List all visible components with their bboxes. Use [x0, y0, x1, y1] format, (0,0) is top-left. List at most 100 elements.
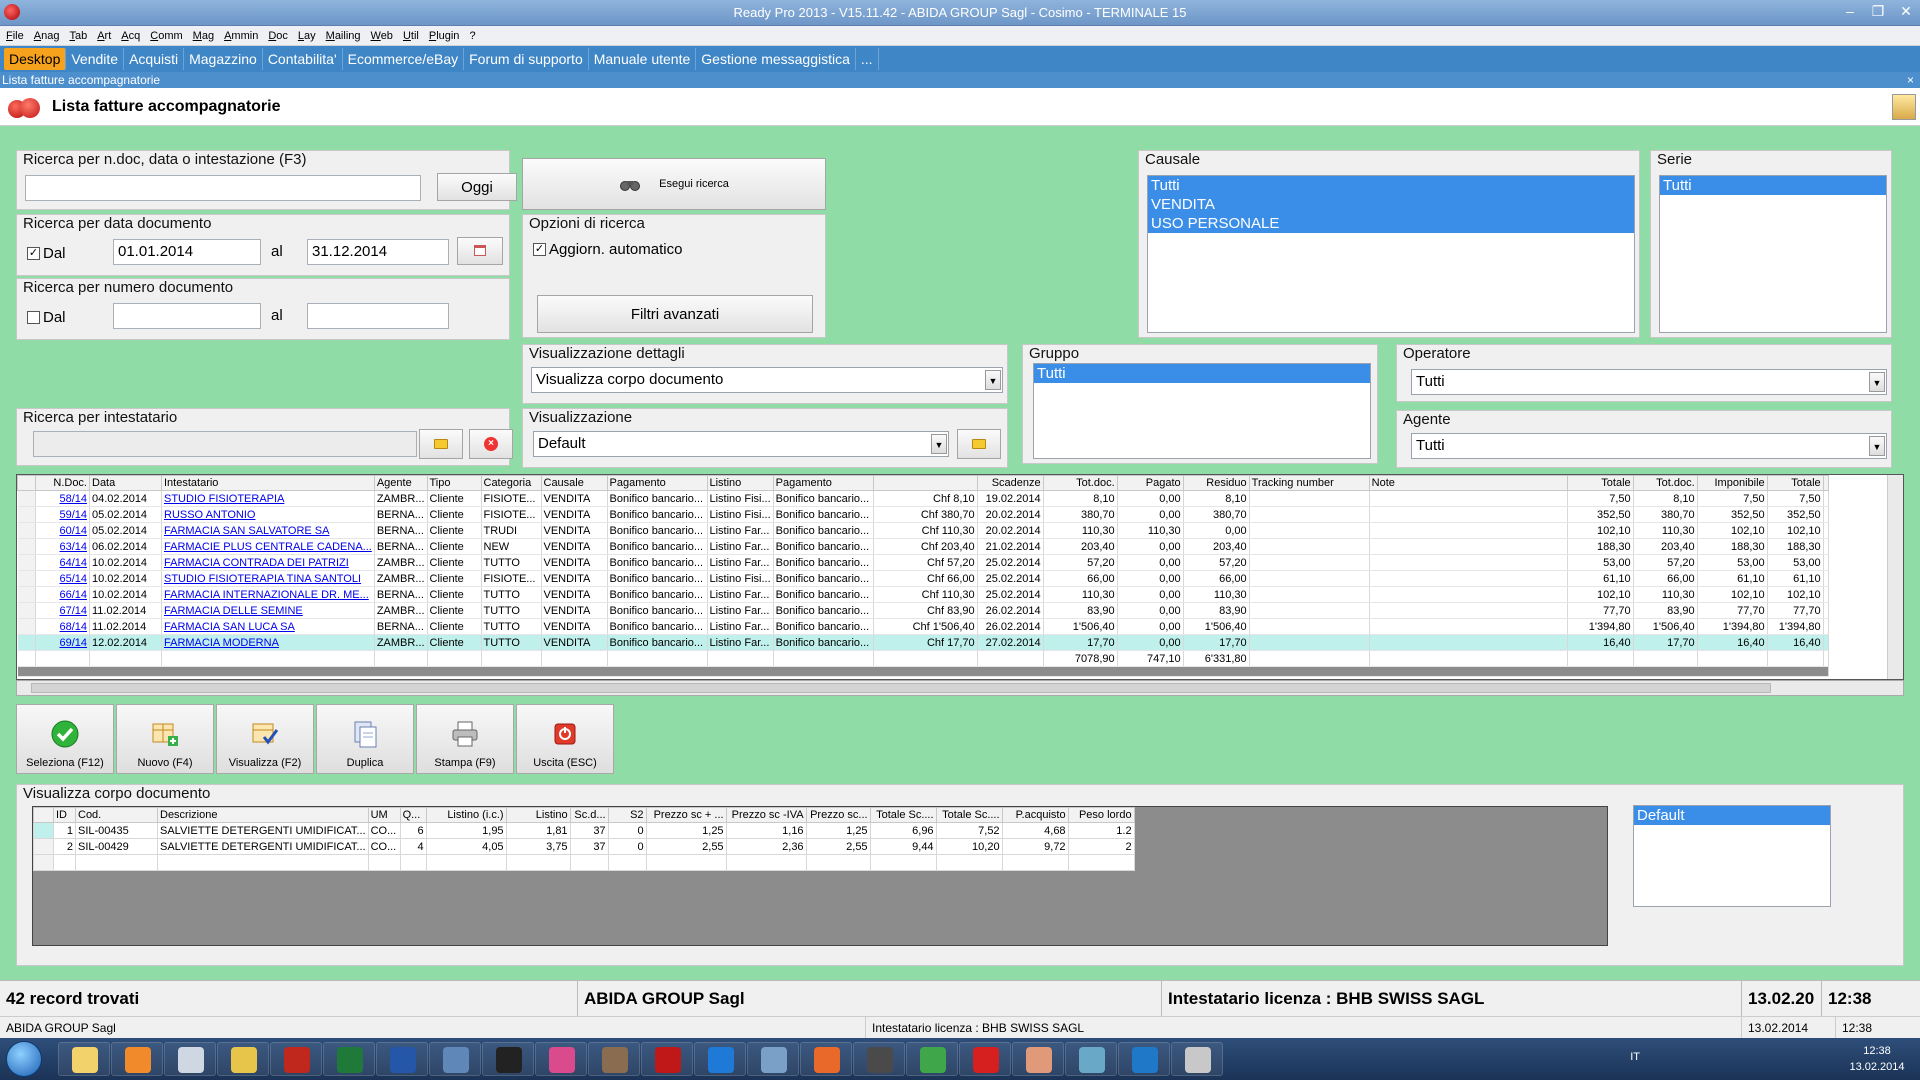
column-header[interactable]: Residuo: [1182, 475, 1250, 491]
column-header[interactable]: UM: [367, 807, 401, 823]
tab-desktop[interactable]: Desktop: [4, 48, 67, 70]
table-row[interactable]: 59/14 05.02.2014 RUSSO ANTONIO BERNA... Clie…: [17, 506, 1829, 523]
column-header[interactable]: Agente: [373, 475, 428, 491]
row-selector[interactable]: [17, 554, 36, 571]
minimize-button[interactable]: –: [1836, 0, 1864, 22]
number-to-input[interactable]: [307, 303, 449, 329]
row-selector[interactable]: [17, 538, 36, 555]
table-row[interactable]: 65/14 10.02.2014 STUDIO FISIOTERAPIA TINA …: [17, 570, 1829, 587]
table-cell[interactable]: FARMACIE PLUS CENTRALE CADENA...: [161, 538, 375, 555]
serie-listbox[interactable]: Tutti: [1659, 175, 1887, 333]
taskbar-app-button[interactable]: [535, 1042, 587, 1076]
taskbar-app-button[interactable]: [853, 1042, 905, 1076]
check-toolbar-button[interactable]: Seleziona (F12): [16, 704, 114, 774]
taskbar-app-button[interactable]: [1065, 1042, 1117, 1076]
operatore-select[interactable]: Tutti ▼: [1411, 369, 1887, 395]
tab-ecommerceebay[interactable]: Ecommerce/eBay: [343, 48, 465, 70]
table-cell[interactable]: 64/14: [35, 554, 90, 571]
row-selector[interactable]: [17, 602, 36, 619]
menu-item-anag[interactable]: Anag: [34, 30, 60, 42]
list-item[interactable]: VENDITA: [1148, 195, 1634, 214]
date-to-input[interactable]: 31.12.2014: [307, 239, 449, 265]
menu-item-comm[interactable]: Comm: [150, 30, 182, 42]
table-cell[interactable]: 66/14: [35, 586, 90, 603]
table-row[interactable]: 58/14 04.02.2014 STUDIO FISIOTERAPIA ZAMBR.…: [17, 490, 1829, 507]
view-folder-button[interactable]: [957, 429, 1001, 459]
row-selector[interactable]: [33, 822, 54, 839]
menu-item-mag[interactable]: Mag: [193, 30, 214, 42]
row-selector[interactable]: [17, 490, 36, 507]
taskbar-app-button[interactable]: [111, 1042, 163, 1076]
today-button[interactable]: Oggi: [437, 173, 517, 201]
table-row[interactable]: 67/14 11.02.2014 FARMACIA DELLE SEMINE ZAMB…: [17, 602, 1829, 619]
chevron-down-icon[interactable]: ▼: [1869, 372, 1885, 392]
new-doc-toolbar-button[interactable]: Nuovo (F4): [116, 704, 214, 774]
users-icon[interactable]: [1892, 94, 1916, 120]
ndoc-search-input[interactable]: [25, 175, 421, 201]
table-row[interactable]: 68/14 11.02.2014 FARMACIA SAN LUCA SA BERNA…: [17, 618, 1829, 635]
taskbar-app-button[interactable]: [217, 1042, 269, 1076]
taskbar-app-button[interactable]: [694, 1042, 746, 1076]
menu-item-mailing[interactable]: Mailing: [326, 30, 361, 42]
column-header[interactable]: Scadenze: [976, 475, 1044, 491]
table-row[interactable]: 1 SIL-00435 SALVIETTE DETERGENTI UMIDIFICA…: [33, 822, 1135, 839]
causale-listbox[interactable]: Tutti VENDITA USO PERSONALE: [1147, 175, 1635, 333]
duplicate-toolbar-button[interactable]: Duplica: [316, 704, 414, 774]
row-selector[interactable]: [33, 838, 54, 855]
detail-grid[interactable]: ID Cod. Descrizione UM Q... Listino (i.c.) Lis…: [32, 806, 1608, 946]
column-header[interactable]: S2: [607, 807, 647, 823]
column-header[interactable]: Tracking number: [1248, 475, 1370, 491]
table-cell[interactable]: RUSSO ANTONIO: [161, 506, 375, 523]
taskbar-app-button[interactable]: [800, 1042, 852, 1076]
scroll-thumb[interactable]: [31, 683, 1771, 693]
table-cell[interactable]: 68/14: [35, 618, 90, 635]
menu-item-tab[interactable]: Tab: [69, 30, 87, 42]
column-header[interactable]: Totale: [1566, 475, 1634, 491]
column-header[interactable]: Peso lordo: [1067, 807, 1135, 823]
row-selector[interactable]: [17, 586, 36, 603]
column-header[interactable]: Prezzo sc...: [805, 807, 871, 823]
table-cell[interactable]: 58/14: [35, 490, 90, 507]
menu-item-web[interactable]: Web: [371, 30, 393, 42]
taskbar-app-button[interactable]: [376, 1042, 428, 1076]
taskbar-app-button[interactable]: [959, 1042, 1011, 1076]
column-header[interactable]: ID: [53, 807, 76, 823]
auto-update-checkbox[interactable]: ✓ Aggiorn. automatico: [533, 241, 682, 258]
table-cell[interactable]: FARMACIA SAN SALVATORE SA: [161, 522, 375, 539]
taskbar-app-button[interactable]: [482, 1042, 534, 1076]
advanced-filters-button[interactable]: Filtri avanzati: [537, 295, 813, 333]
menu-item-file[interactable]: File: [6, 30, 24, 42]
number-from-input[interactable]: [113, 303, 261, 329]
details-view-select[interactable]: Visualizza corpo documento ▼: [531, 367, 1003, 393]
column-header[interactable]: Totale Sc....: [869, 807, 937, 823]
column-header[interactable]: Intestatario: [161, 475, 375, 491]
column-header[interactable]: Pagamento: [606, 475, 708, 491]
menu-item-plugin[interactable]: Plugin: [429, 30, 460, 42]
table-row[interactable]: 66/14 10.02.2014 FARMACIA INTERNAZIONALE D…: [17, 586, 1829, 603]
grid-vertical-scrollbar[interactable]: [1887, 475, 1903, 679]
date-from-input[interactable]: 01.01.2014: [113, 239, 261, 265]
taskbar-app-button[interactable]: [164, 1042, 216, 1076]
close-button[interactable]: ✕: [1892, 0, 1920, 22]
list-item[interactable]: Tutti: [1148, 176, 1634, 195]
table-cell[interactable]: 65/14: [35, 570, 90, 587]
holder-search-input[interactable]: [33, 431, 417, 457]
taskbar-app-button[interactable]: [1118, 1042, 1170, 1076]
date-from-checkbox[interactable]: ✓ Dal: [27, 245, 66, 262]
column-header[interactable]: Imponibile: [1696, 475, 1768, 491]
table-cell[interactable]: FARMACIA DELLE SEMINE: [161, 602, 375, 619]
table-cell[interactable]: 60/14: [35, 522, 90, 539]
column-header[interactable]: Prezzo sc + ...: [645, 807, 727, 823]
table-cell[interactable]: 69/14: [35, 634, 90, 651]
row-selector[interactable]: [17, 634, 36, 651]
menu-item-ammin[interactable]: Ammin: [224, 30, 258, 42]
taskbar-app-button[interactable]: [1171, 1042, 1223, 1076]
exit-toolbar-button[interactable]: Uscita (ESC): [516, 704, 614, 774]
column-header[interactable]: Q...: [399, 807, 427, 823]
tab-forumdisupporto[interactable]: Forum di supporto: [464, 48, 589, 70]
table-row[interactable]: 63/14 06.02.2014 FARMACIE PLUS CENTRALE CA…: [17, 538, 1829, 555]
column-header[interactable]: Tot.doc.: [1632, 475, 1698, 491]
chevron-down-icon[interactable]: ▼: [985, 370, 1001, 390]
view-select[interactable]: Default ▼: [533, 431, 949, 457]
detail-layout-listbox[interactable]: Default: [1633, 805, 1831, 907]
